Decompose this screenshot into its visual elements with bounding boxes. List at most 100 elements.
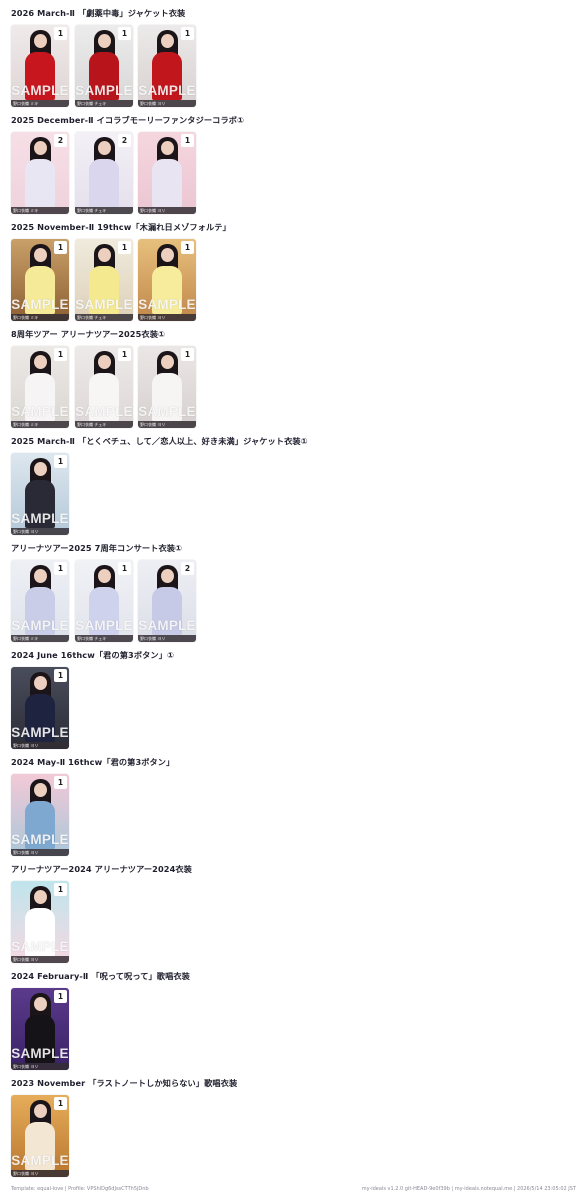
- sample-watermark: SAMPLE: [11, 404, 69, 419]
- sample-watermark: SAMPLE: [11, 83, 69, 98]
- section-title: 2025 November-Ⅱ 19thcw「木漏れ日メゾフォルテ」: [11, 222, 231, 232]
- photo-card[interactable]: SAMPLE 1 野口衣織 ヨリ: [11, 988, 69, 1070]
- person-face: [98, 569, 111, 583]
- person-face: [161, 248, 174, 262]
- card-caption: 野口衣織 ヨリ: [138, 207, 196, 214]
- card-section: 2026 March-Ⅱ 「劇薬中毒」ジャケット衣装 SAMPLE 1 野口衣織 ミキ…: [11, 7, 576, 109]
- card-caption: 野口衣織 ヨリ: [138, 314, 196, 321]
- photo-card[interactable]: SAMPLE 1 野口衣織 ヨリ: [138, 346, 196, 428]
- person-face: [34, 783, 47, 797]
- photo-card[interactable]: SAMPLE 1 野口衣織 ミキ: [11, 560, 69, 642]
- count-badge: 1: [54, 776, 67, 789]
- person-face: [34, 34, 47, 48]
- person-outfit: [152, 159, 182, 207]
- card-caption: 野口衣織 チェキ: [75, 100, 133, 107]
- card-row: SAMPLE 1 野口衣織 ヨリ: [11, 774, 576, 858]
- card-row: SAMPLE 1 野口衣織 ヨリ: [11, 1095, 576, 1179]
- card-caption: 野口衣織 チェキ: [75, 635, 133, 642]
- card-section: アリーナツアー2025 7周年コンサート衣装① SAMPLE 1 野口衣織 ミキ SAM…: [11, 542, 576, 644]
- card-section: 2024 June 16thcw「君の第3ボタン」① SAMPLE 1 野口衣織 ヨリ: [11, 649, 576, 751]
- photo-card[interactable]: SAMPLE 1 野口衣織 ヨリ: [11, 1095, 69, 1177]
- card-row: SAMPLE 1 野口衣織 ミキ SAMPLE 1 野口衣織 チェキ SAMPLE 1 野口衣織…: [11, 25, 576, 109]
- count-badge: 1: [181, 134, 194, 147]
- photo-card[interactable]: SAMPLE 2 野口衣織 ヨリ: [138, 560, 196, 642]
- card-caption: 野口衣織 チェキ: [75, 421, 133, 428]
- count-badge: 2: [118, 134, 131, 147]
- person-face: [98, 34, 111, 48]
- sample-watermark: SAMPLE: [11, 297, 69, 312]
- sample-watermark: SAMPLE: [75, 618, 133, 633]
- sample-watermark: SAMPLE: [138, 83, 196, 98]
- card-caption: 野口衣織 ミキ: [11, 207, 69, 214]
- card-caption: 野口衣織 ヨリ: [138, 421, 196, 428]
- card-section: 2025 December-Ⅱ イコラブモーリーファンタジーコラボ① 2 野口衣織 …: [11, 114, 576, 216]
- photo-card[interactable]: SAMPLE 1 野口衣織 チェキ: [75, 560, 133, 642]
- photo-card[interactable]: SAMPLE 1 野口衣織 ヨリ: [11, 667, 69, 749]
- card-section: 2024 May-Ⅱ 16thcw「君の第3ボタン」 SAMPLE 1 野口衣織 ヨリ: [11, 756, 576, 858]
- card-row: SAMPLE 1 野口衣織 ヨリ: [11, 988, 576, 1072]
- card-section: 2025 March-Ⅱ 「とくベチュ、して／恋人以上、好き未満」ジャケット衣装…: [11, 435, 576, 537]
- sample-watermark: SAMPLE: [138, 297, 196, 312]
- card-caption: 野口衣織 ヨリ: [138, 635, 196, 642]
- person-face: [161, 569, 174, 583]
- count-badge: 1: [54, 562, 67, 575]
- photo-card[interactable]: 1 野口衣織 ヨリ: [138, 132, 196, 214]
- card-caption: 野口衣織 ミキ: [11, 314, 69, 321]
- photo-card[interactable]: 2 野口衣織 ミキ: [11, 132, 69, 214]
- card-caption: 野口衣織 チェキ: [75, 314, 133, 321]
- card-caption: 野口衣織 ミキ: [11, 421, 69, 428]
- sample-watermark: SAMPLE: [75, 297, 133, 312]
- person-face: [34, 1104, 47, 1118]
- photo-card[interactable]: SAMPLE 1 野口衣織 ヨリ: [138, 25, 196, 107]
- photo-card[interactable]: SAMPLE 1 野口衣織 ミキ: [11, 25, 69, 107]
- photo-card[interactable]: 2 野口衣織 チェキ: [75, 132, 133, 214]
- footer-template-info: Template: equal-love | Profile: VPShlDg6…: [11, 1186, 149, 1192]
- section-title: 2025 December-Ⅱ イコラブモーリーファンタジーコラボ①: [11, 115, 245, 125]
- person-face: [34, 141, 47, 155]
- section-title: アリーナツアー2024 アリーナツアー2024衣装: [11, 864, 192, 874]
- card-caption: 野口衣織 ヨリ: [11, 1170, 69, 1177]
- photo-card[interactable]: SAMPLE 1 野口衣織 チェキ: [75, 346, 133, 428]
- photo-card[interactable]: SAMPLE 1 野口衣織 ミキ: [11, 239, 69, 321]
- sample-watermark: SAMPLE: [11, 618, 69, 633]
- person-face: [34, 248, 47, 262]
- sample-watermark: SAMPLE: [11, 939, 69, 954]
- photo-card[interactable]: SAMPLE 1 野口衣織 チェキ: [75, 239, 133, 321]
- person-face: [161, 355, 174, 369]
- person-face: [34, 676, 47, 690]
- count-badge: 1: [54, 883, 67, 896]
- card-caption: 野口衣織 ヨリ: [11, 528, 69, 535]
- photo-card[interactable]: SAMPLE 1 野口衣織 ヨリ: [11, 774, 69, 856]
- person-face: [98, 141, 111, 155]
- photo-card[interactable]: SAMPLE 1 野口衣織 チェキ: [75, 25, 133, 107]
- person-face: [98, 248, 111, 262]
- sample-watermark: SAMPLE: [11, 1046, 69, 1061]
- card-section: 2024 February-Ⅱ 「呪って呪って」歌唱衣装 SAMPLE 1 野口衣織 …: [11, 970, 576, 1072]
- card-section: アリーナツアー2024 アリーナツアー2024衣装 SAMPLE 1 野口衣織 ヨリ: [11, 863, 576, 965]
- card-row: SAMPLE 1 野口衣織 ミキ SAMPLE 1 野口衣織 チェキ SAMPLE 1 野口衣織…: [11, 239, 576, 323]
- sample-watermark: SAMPLE: [11, 832, 69, 847]
- card-section: 8周年ツアー アリーナツアー2025衣装① SAMPLE 1 野口衣織 ミキ SAMPL…: [11, 328, 576, 430]
- sample-watermark: SAMPLE: [11, 511, 69, 526]
- card-row: SAMPLE 1 野口衣織 ヨリ: [11, 667, 576, 751]
- person-face: [34, 569, 47, 583]
- card-row: 2 野口衣織 ミキ 2 野口衣織 チェキ 1 野口衣織 ヨリ: [11, 132, 576, 216]
- person-face: [161, 141, 174, 155]
- card-row: SAMPLE 1 野口衣織 ミキ SAMPLE 1 野口衣織 チェキ SAMPLE 1 野口衣織…: [11, 346, 576, 430]
- sample-watermark: SAMPLE: [11, 725, 69, 740]
- count-badge: 1: [181, 348, 194, 361]
- card-caption: 野口衣織 ヨリ: [11, 1063, 69, 1070]
- photo-card[interactable]: SAMPLE 1 野口衣織 ヨリ: [11, 881, 69, 963]
- count-badge: 1: [54, 27, 67, 40]
- photo-card[interactable]: SAMPLE 1 野口衣織 ミキ: [11, 346, 69, 428]
- photo-card[interactable]: SAMPLE 1 野口衣織 ヨリ: [11, 453, 69, 535]
- person-face: [34, 355, 47, 369]
- card-caption: 野口衣織 ヨリ: [138, 100, 196, 107]
- photo-card[interactable]: SAMPLE 1 野口衣織 ヨリ: [138, 239, 196, 321]
- section-title: 2024 June 16thcw「君の第3ボタン」①: [11, 650, 175, 660]
- card-section: 2023 November 「ラストノートしか知らない」歌唱衣装 SAMPLE 1 野…: [11, 1077, 576, 1179]
- section-title: 2025 March-Ⅱ 「とくベチュ、して／恋人以上、好き未満」ジャケット衣装…: [11, 436, 308, 446]
- person-face: [34, 890, 47, 904]
- count-badge: 1: [54, 1097, 67, 1110]
- section-title: 2023 November 「ラストノートしか知らない」歌唱衣装: [11, 1078, 238, 1088]
